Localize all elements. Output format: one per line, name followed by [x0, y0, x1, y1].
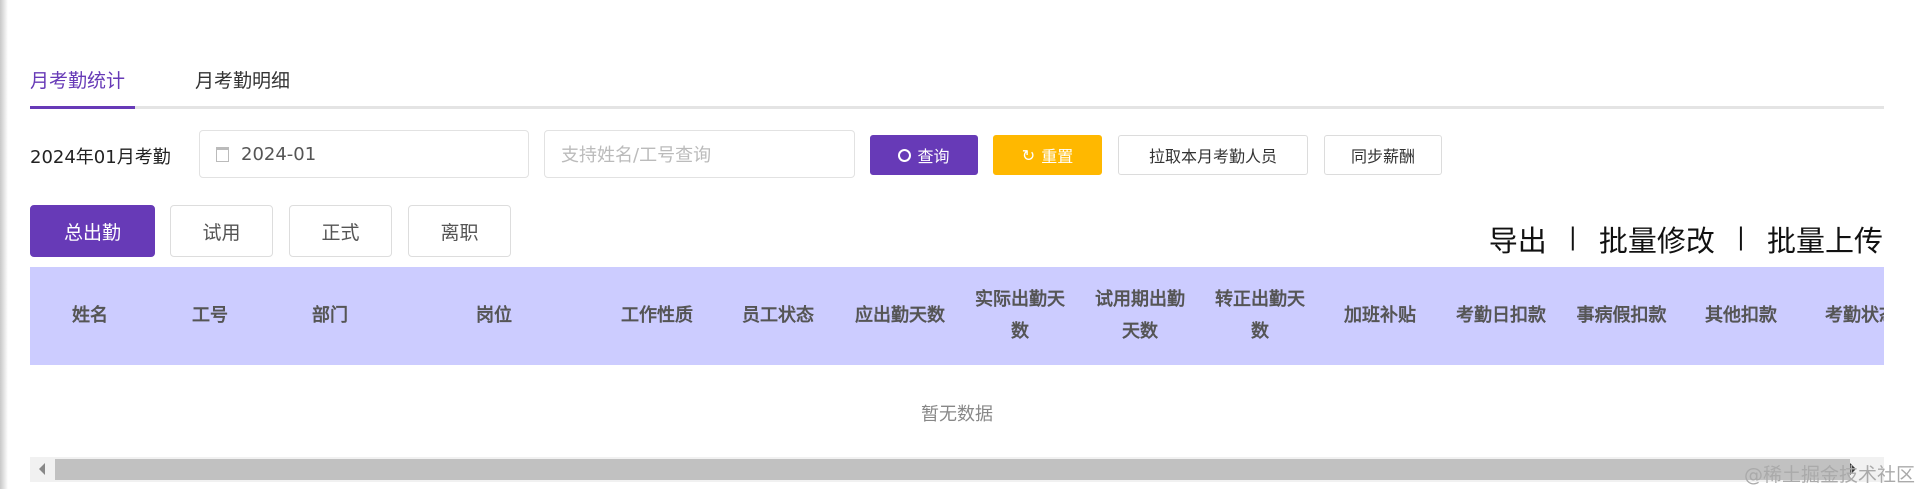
- pull-members-button[interactable]: 拉取本月考勤人员: [1118, 135, 1308, 175]
- column-header: 事病假扣款: [1576, 305, 1667, 326]
- separator: |: [1736, 223, 1745, 251]
- month-picker[interactable]: 2024-01: [199, 130, 529, 178]
- column-header: 试用期出勤天数: [1095, 289, 1185, 342]
- calendar-icon: [216, 146, 229, 162]
- search-icon: [898, 148, 912, 162]
- table-header: 姓名 工号 部门 岗位 工作性质 员工状态 应出勤天数 实际出勤天数 试用期出勤天数 转正出勤天数…: [30, 267, 1884, 365]
- column-header: 姓名: [72, 305, 108, 326]
- column-header: 转正出勤天数: [1215, 289, 1305, 342]
- status-probation-button[interactable]: 试用: [170, 205, 273, 257]
- column-header: 部门: [312, 305, 348, 326]
- column-header: 工号: [192, 305, 228, 326]
- scroll-left-icon[interactable]: [39, 463, 45, 475]
- status-resigned-button[interactable]: 离职: [408, 205, 511, 257]
- search-placeholder: 支持姓名/工号查询: [561, 145, 712, 166]
- column-header: 员工状态: [742, 305, 814, 326]
- month-value: 2024-01: [241, 143, 317, 165]
- tab-divider: [30, 106, 1884, 109]
- scrollbar-thumb[interactable]: [55, 459, 1850, 480]
- tab-monthly-detail[interactable]: 月考勤明细: [195, 66, 290, 93]
- batch-upload-link[interactable]: 批量上传: [1767, 218, 1883, 260]
- export-link[interactable]: 导出: [1489, 218, 1547, 260]
- table-actions: 导出 | 批量修改 | 批量上传: [1489, 218, 1883, 260]
- empty-state: 暂无数据: [921, 404, 993, 425]
- column-header: 岗位: [476, 305, 512, 326]
- status-regular-button[interactable]: 正式: [289, 205, 392, 257]
- watermark: @稀土掘金技术社区: [1743, 464, 1915, 486]
- status-all-button[interactable]: 总出勤: [30, 205, 155, 257]
- separator: |: [1568, 223, 1577, 251]
- column-header: 实际出勤天数: [975, 289, 1065, 342]
- sync-salary-button[interactable]: 同步薪酬: [1324, 135, 1442, 175]
- batch-edit-link[interactable]: 批量修改: [1599, 218, 1715, 260]
- column-header: 其他扣款: [1705, 305, 1777, 326]
- refresh-icon: ↻: [1021, 145, 1036, 165]
- period-label: 2024年01月考勤: [30, 147, 171, 168]
- horizontal-scrollbar[interactable]: [30, 457, 1884, 482]
- query-label: 查询: [917, 147, 950, 166]
- column-header: 应出勤天数: [855, 305, 945, 326]
- reset-button[interactable]: ↻ 重置: [993, 135, 1102, 175]
- window-edge: [0, 0, 8, 489]
- query-button[interactable]: 查询: [870, 135, 978, 175]
- reset-label: 重置: [1041, 147, 1074, 166]
- search-input[interactable]: 支持姓名/工号查询: [544, 130, 855, 178]
- tab-monthly-stats[interactable]: 月考勤统计: [30, 66, 125, 93]
- column-header: 考勤状态: [1825, 305, 1884, 326]
- column-header: 加班补贴: [1344, 305, 1416, 326]
- column-header: 工作性质: [621, 305, 693, 326]
- column-header: 考勤日扣款: [1456, 305, 1546, 326]
- active-tab-indicator: [30, 106, 135, 109]
